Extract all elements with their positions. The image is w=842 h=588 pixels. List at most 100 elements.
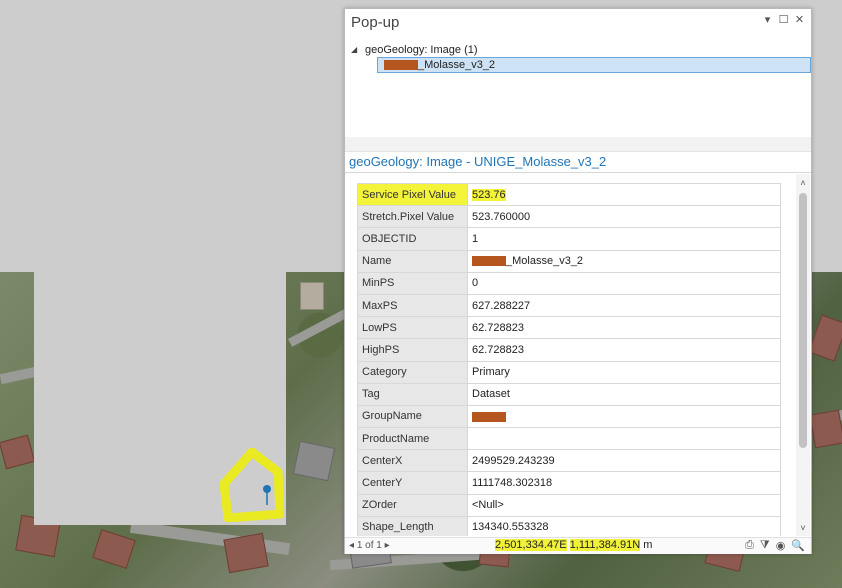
field-value: Primary <box>467 360 781 384</box>
popup-pane: Pop-up ▾ ☐ ✕ ◢ geoGeology: Image (1) _Mo… <box>344 8 812 554</box>
field-value: Dataset <box>467 382 781 406</box>
highlight-annotation <box>220 448 284 522</box>
coordinate-unit: m <box>643 539 653 551</box>
field-value: 62.728823 <box>467 316 781 340</box>
table-row: CenterX 2499529.243239 <box>357 449 781 473</box>
field-value-text: 0 <box>472 277 479 290</box>
field-name: ProductName <box>357 427 468 451</box>
table-row: CenterY 1111748.302318 <box>357 471 781 495</box>
close-icon[interactable]: ✕ <box>794 13 805 26</box>
field-value-text: Dataset <box>472 388 510 401</box>
field-name: GroupName <box>357 404 468 429</box>
popup-footer: ◂ 1 of 1 ▸ 2,501,334.47E 1,111,384.91N m… <box>345 537 811 554</box>
print-icon[interactable]: ⎙ <box>745 539 754 552</box>
vertical-scrollbar[interactable]: ˄ ˅ <box>796 174 810 536</box>
field-name: ZOrder <box>357 493 468 517</box>
heading-rule <box>345 172 811 173</box>
popup-heading: geoGeology: Image - UNIGE_Molasse_v3_2 <box>349 154 607 169</box>
table-row: ZOrder <Null> <box>357 493 781 517</box>
table-row: GroupName <box>357 404 781 429</box>
table-row: Shape_Length 134340.553328 <box>357 515 781 536</box>
field-value-text: <Null> <box>472 499 504 512</box>
table-row: Stretch.Pixel Value 523.760000 <box>357 205 781 229</box>
field-value-text: 62.728823 <box>472 343 524 356</box>
field-name: Shape_Length <box>357 515 468 536</box>
field-value-text: 62.728823 <box>472 321 524 334</box>
table-row: ProductName <box>357 427 781 451</box>
field-value-text: 627.288227 <box>472 299 531 312</box>
field-value: 0 <box>467 271 781 295</box>
field-value-text: 2499529.243239 <box>472 454 555 467</box>
scroll-up-icon[interactable]: ˄ <box>796 177 810 189</box>
field-value: 2499529.243239 <box>467 449 781 473</box>
previous-feature-icon[interactable]: ◂ <box>349 540 354 551</box>
field-value: 627.288227 <box>467 293 781 318</box>
field-value: _Molasse_v3_2 <box>467 249 781 273</box>
table-row: Tag Dataset <box>357 382 781 406</box>
field-value-text: 1111748.302318 <box>472 477 553 490</box>
field-name: HighPS <box>357 338 468 362</box>
pane-divider[interactable] <box>345 137 811 152</box>
field-name: CenterY <box>357 471 468 495</box>
tree-feature-label: _Molasse_v3_2 <box>418 59 496 71</box>
tree-feature-item-selected[interactable]: _Molasse_v3_2 <box>377 57 811 73</box>
table-row: OBJECTID 1 <box>357 227 781 251</box>
field-value: <Null> <box>467 493 781 517</box>
attribute-table: Service Pixel Value 523.76 Stretch.Pixel V… <box>357 183 781 536</box>
zoom-to-icon[interactable]: 🔍 <box>791 539 805 552</box>
field-value: 523.760000 <box>467 205 781 229</box>
field-value-text: 523.76 <box>472 188 506 201</box>
field-name: Service Pixel Value <box>357 183 468 207</box>
field-name: Tag <box>357 382 468 406</box>
field-value-text: Primary <box>472 366 510 379</box>
field-name: MaxPS <box>357 293 468 318</box>
field-name: OBJECTID <box>357 227 468 251</box>
field-name: MinPS <box>357 271 468 295</box>
table-row: Category Primary <box>357 360 781 384</box>
field-name: Name <box>357 249 468 273</box>
table-row: HighPS 62.728823 <box>357 338 781 362</box>
field-value: 1 <box>467 227 781 251</box>
feature-tree: ◢ geoGeology: Image (1) _Molasse_v3_2 <box>351 42 811 73</box>
table-row: MinPS 0 <box>357 271 781 295</box>
redaction-mark <box>472 256 506 267</box>
field-value: 523.76 <box>467 183 781 207</box>
field-value: 134340.553328 <box>467 515 781 536</box>
coordinate-x: 2,501,334.47E <box>495 539 567 551</box>
tree-layer-node[interactable]: ◢ geoGeology: Image (1) <box>351 42 809 57</box>
table-row: LowPS 62.728823 <box>357 316 781 340</box>
table-row: Service Pixel Value 523.76 <box>357 183 781 207</box>
pager: ◂ 1 of 1 ▸ <box>349 540 390 551</box>
field-value: 1111748.302318 <box>467 471 781 495</box>
table-row: Name _Molasse_v3_2 <box>357 249 781 273</box>
popup-title: Pop-up <box>351 14 400 31</box>
filter-icon[interactable]: ⧩ <box>760 539 770 552</box>
title-controls: ▾ ☐ ✕ <box>762 13 805 26</box>
field-value-text: 523.760000 <box>472 210 531 223</box>
field-name: LowPS <box>357 316 468 340</box>
field-value-text: _Molasse_v3_2 <box>506 255 584 268</box>
field-name: Stretch.Pixel Value <box>357 205 468 229</box>
field-value-text: 134340.553328 <box>472 521 549 534</box>
field-value-text: 1 <box>472 232 479 245</box>
field-name: CenterX <box>357 449 468 473</box>
field-value: 62.728823 <box>467 338 781 362</box>
field-value <box>467 404 781 429</box>
coordinate-readout: 2,501,334.47E 1,111,384.91N m <box>495 539 652 551</box>
flash-icon[interactable]: ◉ <box>776 539 786 552</box>
redaction-mark <box>472 411 506 422</box>
scroll-thumb[interactable] <box>799 193 807 448</box>
footer-tools: ⎙ ⧩ ◉ 🔍 <box>745 539 805 552</box>
next-feature-icon[interactable]: ▸ <box>385 540 390 551</box>
pane-options-icon[interactable]: ▾ <box>762 13 773 26</box>
table-row: MaxPS 627.288227 <box>357 293 781 318</box>
tree-layer-label: geoGeology: Image (1) <box>365 43 478 56</box>
field-value <box>467 427 781 451</box>
pager-text: 1 of 1 <box>356 540 382 551</box>
field-name: Category <box>357 360 468 384</box>
scroll-down-icon[interactable]: ˅ <box>796 522 810 534</box>
restore-icon[interactable]: ☐ <box>778 13 789 26</box>
location-pin-icon[interactable] <box>262 484 272 506</box>
collapse-triangle-icon[interactable]: ◢ <box>351 45 361 54</box>
coordinate-y: 1,111,384.91N <box>569 539 641 551</box>
